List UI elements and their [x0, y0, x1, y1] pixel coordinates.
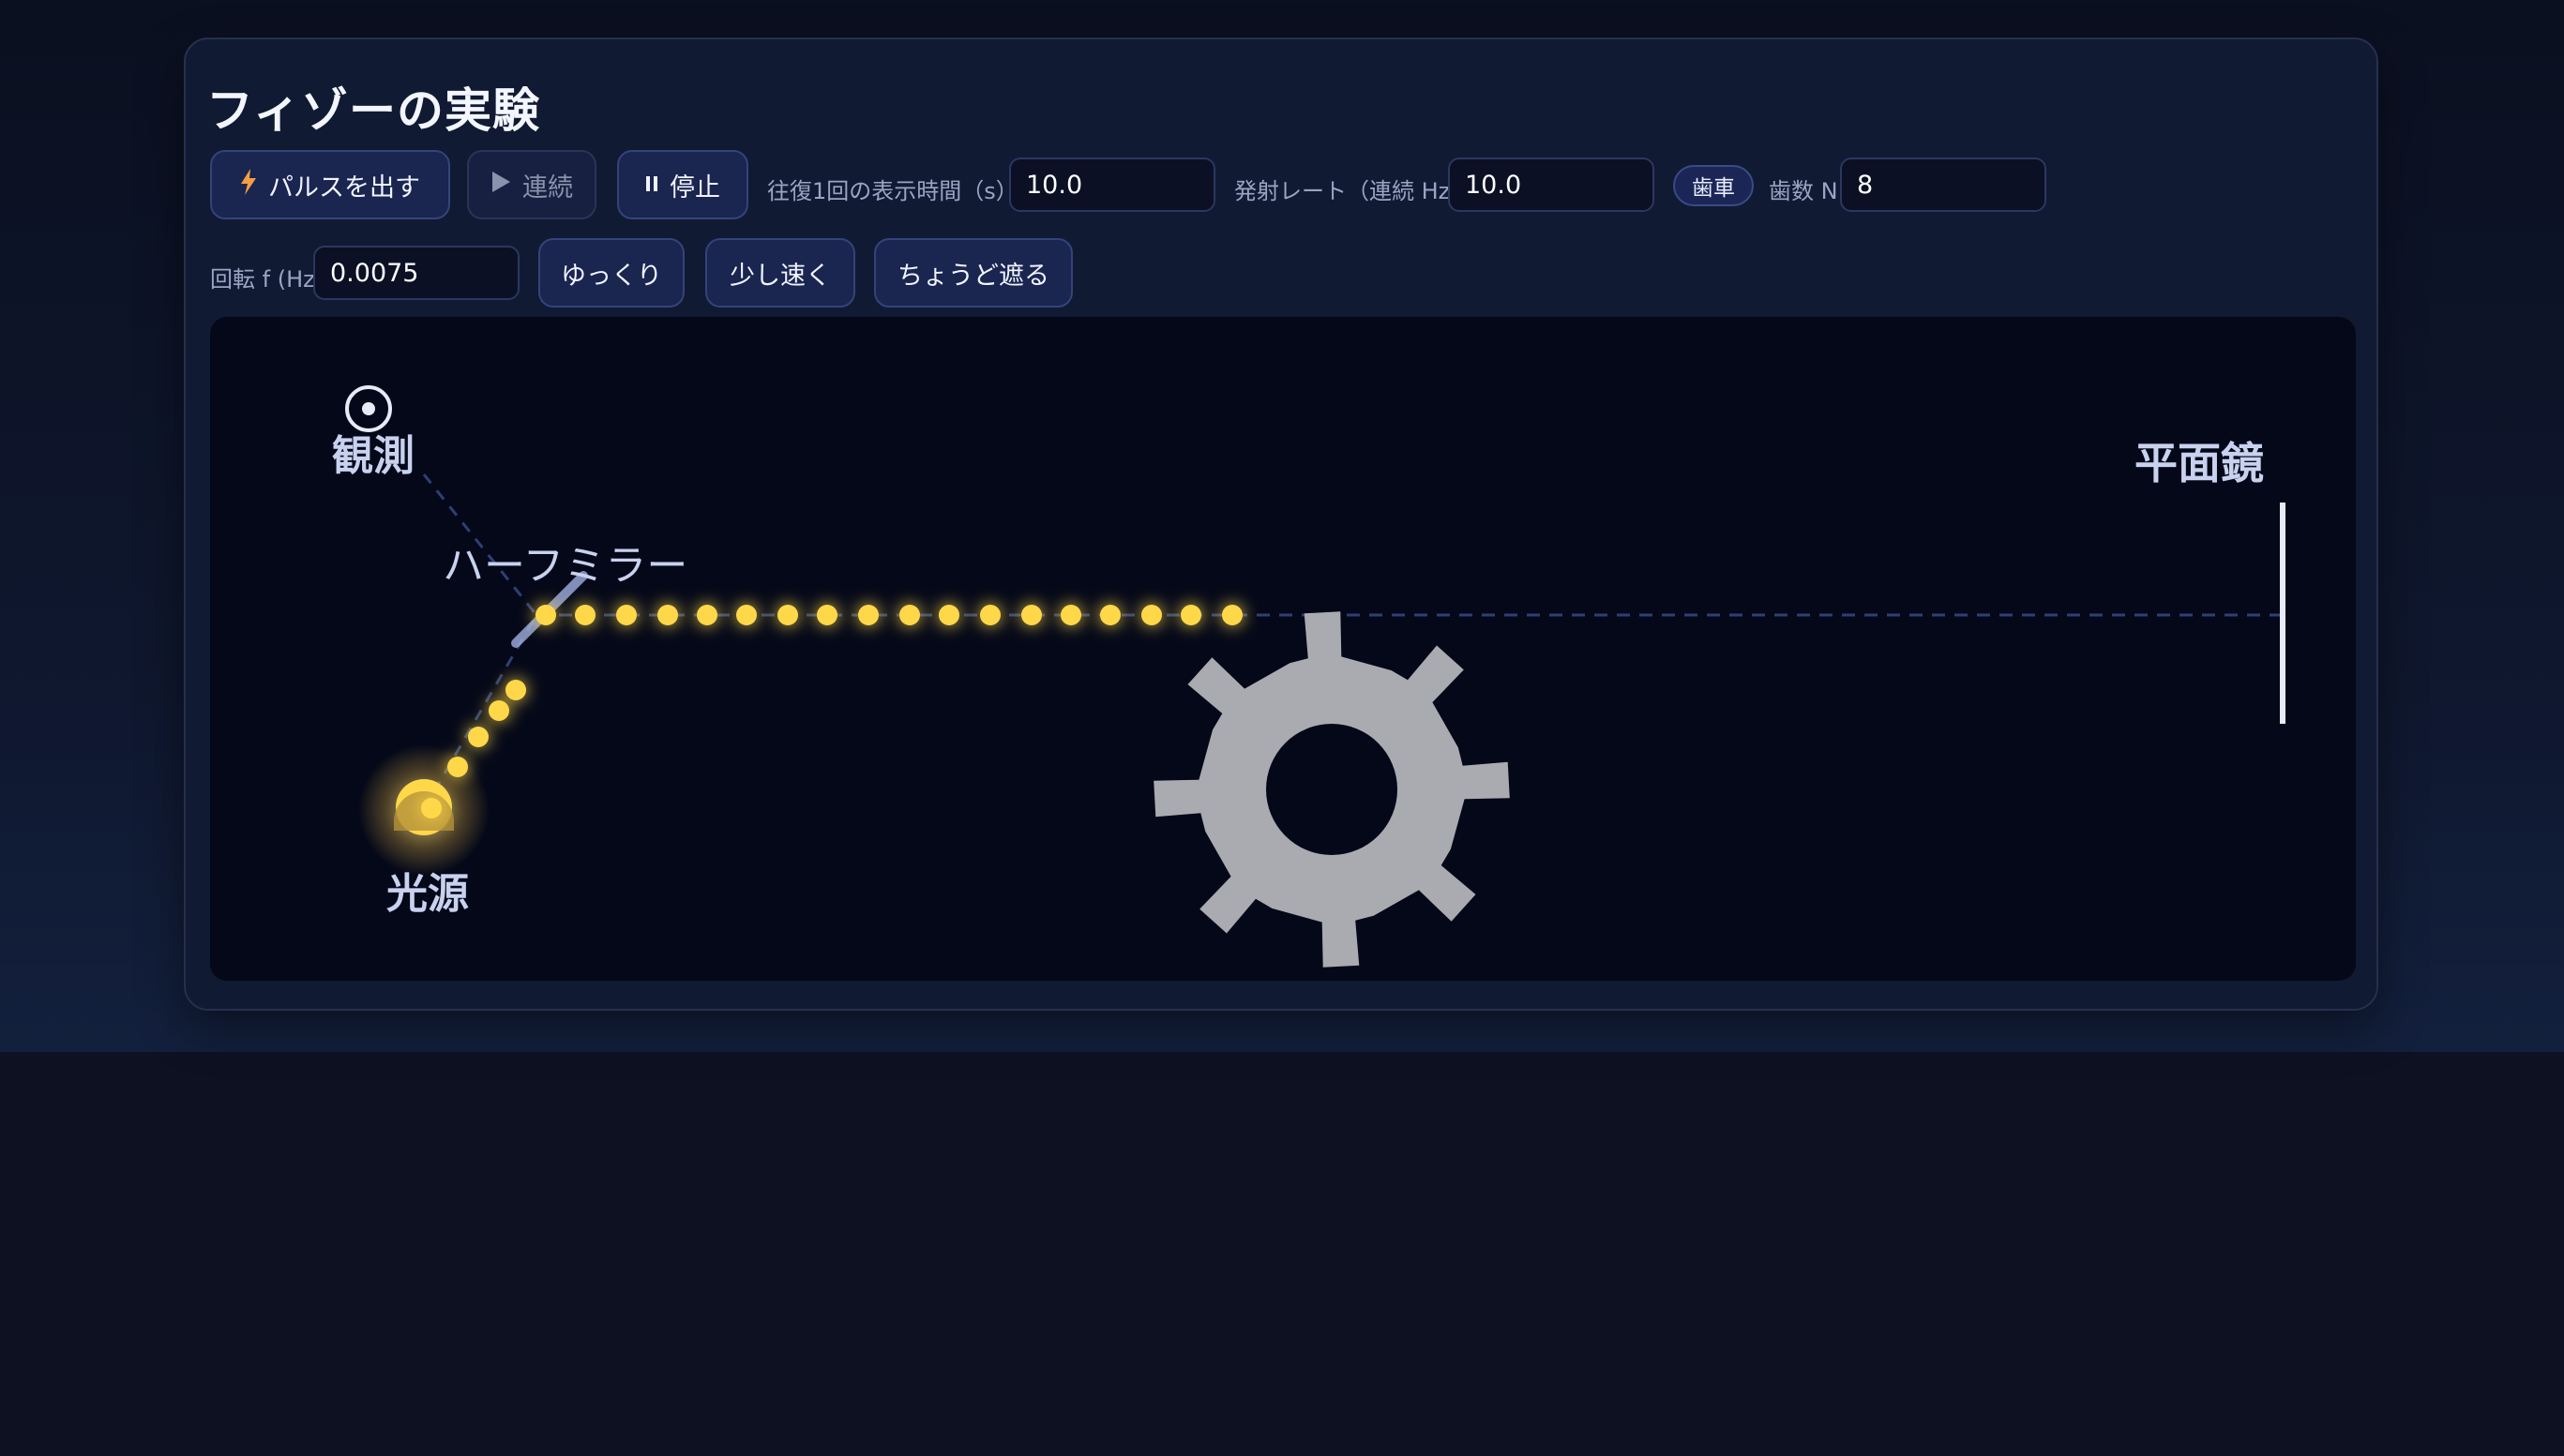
pulse-dot	[1061, 605, 1081, 625]
pulse-dot	[1181, 605, 1201, 625]
pulse-dot	[777, 605, 798, 625]
pulse-dot	[1021, 605, 1042, 625]
pulse-dot	[858, 605, 879, 625]
eye-target-icon	[345, 385, 392, 432]
faster-button[interactable]: 少し速く	[705, 238, 855, 308]
block-button-label: ちょうど遮る	[897, 261, 1049, 291]
play-icon	[490, 171, 511, 200]
slow-button-label: ゆっくり	[561, 261, 662, 291]
stop-button-label: 停止	[670, 173, 720, 203]
pause-icon	[645, 171, 658, 200]
rate-input[interactable]: 10.0	[1448, 158, 1654, 212]
pulse-button-label: パルスを出す	[268, 173, 420, 203]
simulation-canvas[interactable]: 観測 ハーフミラー 平面鏡 光源	[210, 317, 2356, 981]
scene-svg: 観測 ハーフミラー 平面鏡 光源	[332, 385, 2285, 968]
gear	[1154, 611, 1510, 968]
pulse-dot	[489, 700, 509, 721]
page-title: フィゾーの実験	[206, 83, 540, 138]
pulse-dot	[505, 680, 526, 700]
pulse-dot	[1100, 605, 1121, 625]
pulse-dot	[1222, 605, 1243, 625]
roundtrip-label: 往復1回の表示時間（s）	[767, 178, 1018, 204]
app-panel: フィゾーの実験 パルスを出す 連続 停止 往復1回の表示時間（s） 10.0 発…	[184, 38, 2378, 1011]
pulse-dot	[616, 605, 637, 625]
half-mirror-label: ハーフミラー	[443, 542, 687, 590]
pulse-button[interactable]: パルスを出す	[210, 150, 450, 219]
pulse-dot	[817, 605, 837, 625]
pulse-dot	[575, 605, 596, 625]
pulse-dot	[899, 605, 920, 625]
pulse-dot	[468, 727, 489, 747]
pulse-dot	[980, 605, 1001, 625]
pulse-dot	[939, 605, 959, 625]
pulse-dot	[447, 757, 468, 777]
block-button[interactable]: ちょうど遮る	[874, 238, 1073, 308]
stop-button[interactable]: 停止	[617, 150, 748, 219]
rate-label: 発射レート（連続 Hz）	[1234, 178, 1473, 204]
pulse-dot	[736, 605, 757, 625]
continuous-button[interactable]: 連続	[467, 150, 596, 219]
lightning-icon	[240, 168, 257, 202]
pulse-dot	[535, 605, 556, 625]
source-label: 光源	[386, 870, 469, 918]
observer-label: 観測	[332, 432, 415, 480]
pulse-dot	[421, 798, 442, 818]
teeth-input[interactable]: 8	[1840, 158, 2046, 212]
pulse-train	[421, 605, 1243, 818]
rotation-label: 回転 f (Hz)	[210, 266, 324, 293]
faster-button-label: 少し速く	[730, 261, 831, 291]
gear-badge: 歯車	[1673, 165, 1754, 206]
roundtrip-input[interactable]: 10.0	[1009, 158, 1215, 212]
rotation-input[interactable]: 0.0075	[313, 246, 520, 300]
pulse-dot	[697, 605, 717, 625]
slow-button[interactable]: ゆっくり	[538, 238, 685, 308]
pulse-dot	[1141, 605, 1162, 625]
mirror-label: 平面鏡	[2134, 438, 2264, 488]
teeth-label: 歯数 N	[1769, 178, 1838, 204]
continuous-button-label: 連続	[522, 173, 573, 203]
pulse-dot	[657, 605, 678, 625]
